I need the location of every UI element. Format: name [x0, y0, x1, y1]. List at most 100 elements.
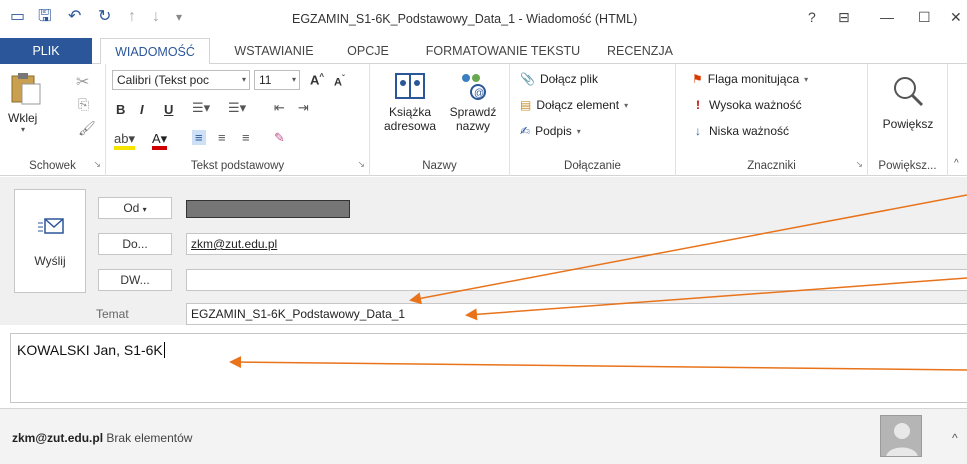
subject-field[interactable]: EGZAMIN_S1-6K_Podstawowy_Data_1	[186, 303, 967, 325]
low-importance-label: Niska ważność	[709, 124, 790, 138]
from-dropdown-icon: ▾	[142, 205, 147, 214]
clipboard-launcher-icon[interactable]: ↘	[93, 159, 101, 170]
to-button[interactable]: Do...	[98, 233, 172, 255]
cc-field[interactable]	[186, 269, 967, 291]
from-button[interactable]: Od ▾	[98, 197, 172, 219]
close-button[interactable]: ✕	[950, 9, 962, 25]
tab-file[interactable]: PLIK	[0, 38, 92, 64]
minimize-button[interactable]: —	[880, 9, 894, 25]
italic-icon[interactable]: I	[140, 102, 144, 117]
decrease-indent-icon[interactable]: ⇤	[274, 100, 285, 116]
cut-icon[interactable]: ✂	[76, 72, 89, 92]
help-button[interactable]: ?	[808, 9, 816, 25]
undo-icon[interactable]: ↶	[68, 8, 81, 26]
zoom-group: Powiększ Powiększ...	[868, 64, 948, 176]
attach-item-label: Dołącz element	[536, 98, 620, 112]
up-arrow-icon[interactable]: ↑	[128, 8, 136, 26]
tab-insert[interactable]: WSTAWIANIE	[222, 38, 326, 64]
message-body-text: KOWALSKI Jan, S1-6K	[17, 342, 163, 358]
followup-flag-button[interactable]: ⚑ Flaga monitująca ▾	[692, 72, 808, 86]
people-pane-email: zkm@zut.edu.pl	[12, 431, 104, 445]
to-field[interactable]: zkm@zut.edu.pl	[186, 233, 967, 255]
text-cursor	[163, 342, 165, 358]
compose-area: Wyślij Od ▾ Do... zkm@zut.edu.pl DW... T…	[0, 177, 967, 407]
send-label: Wyślij	[34, 254, 66, 268]
shrink-font-icon[interactable]: Aˇ	[334, 74, 345, 89]
paste-icon	[11, 73, 41, 105]
zoom-label: Powiększ	[882, 117, 934, 131]
highlight-icon[interactable]: ab▾	[114, 132, 135, 150]
signature-button[interactable]: ✍ Podpis ▾	[520, 124, 581, 138]
tab-message[interactable]: WIADOMOŚĆ	[100, 38, 210, 65]
maximize-button[interactable]: ☐	[918, 9, 931, 25]
tab-format-text[interactable]: FORMATOWANIE TEKSTU	[418, 38, 588, 64]
underline-icon[interactable]: U	[164, 102, 173, 117]
message-body[interactable]: KOWALSKI Jan, S1-6K	[10, 333, 967, 403]
align-center-icon[interactable]: ≡	[218, 130, 226, 145]
people-pane-status: Brak elementów	[106, 431, 193, 445]
align-right-icon[interactable]: ≡	[242, 130, 250, 145]
high-importance-button[interactable]: ! Wysoka ważność	[692, 98, 802, 112]
bold-icon[interactable]: B	[116, 102, 125, 117]
basic-text-launcher-icon[interactable]: ↘	[357, 159, 365, 170]
numbering-icon[interactable]: ☰▾	[228, 100, 246, 116]
font-size-combo[interactable]: 11 ▾	[254, 70, 300, 90]
signature-label: Podpis	[535, 124, 572, 138]
tab-review[interactable]: RECENZJA	[598, 38, 682, 64]
followup-flag-label: Flaga monitująca	[707, 72, 800, 86]
ribbon: Wklej ▾ ✂ ⎘ 🖌 Schowek ↘ Calibri (Tekst p…	[0, 64, 967, 176]
expand-people-pane-icon[interactable]: ^	[952, 431, 958, 445]
down-arrow-icon[interactable]: ↓	[152, 8, 160, 26]
names-group: Książka adresowa @ Sprawdź nazwy Nazwy	[370, 64, 510, 176]
font-name-combo[interactable]: Calibri (Tekst poc ▾	[112, 70, 250, 90]
clipboard-group-label: Schowek	[29, 160, 76, 172]
address-book-button[interactable]: Książka adresowa	[380, 70, 440, 133]
signature-icon: ✍	[520, 124, 531, 138]
send-icon	[38, 218, 64, 234]
attach-file-button[interactable]: 📎 Dołącz plik	[520, 72, 598, 86]
font-color-icon[interactable]: A▾	[152, 132, 168, 150]
outlook-icon[interactable]: ▭	[10, 8, 25, 26]
collapse-ribbon-icon[interactable]: ^	[954, 158, 959, 169]
check-names-icon: @	[462, 74, 486, 100]
zoom-group-label: Powiększ...	[878, 160, 937, 172]
include-group-label: Dołączanie	[564, 160, 621, 172]
redo-icon[interactable]: ↻	[98, 8, 111, 26]
ribbon-display-button[interactable]: ⊟	[838, 9, 850, 25]
clear-formatting-icon[interactable]: ✎	[274, 130, 285, 146]
exclamation-icon: !	[696, 98, 700, 112]
increase-indent-icon[interactable]: ⇥	[298, 100, 309, 116]
tags-launcher-icon[interactable]: ↘	[855, 159, 863, 170]
avatar[interactable]	[880, 415, 922, 457]
address-book-label-2: adresowa	[383, 119, 437, 133]
tab-options[interactable]: OPCJE	[334, 38, 402, 64]
save-icon[interactable]: 🖫	[38, 8, 52, 26]
paperclip-icon: 📎	[520, 72, 535, 86]
header-fields-panel: Wyślij Od ▾ Do... zkm@zut.edu.pl DW... T…	[0, 177, 967, 325]
attach-item-button[interactable]: ▤ Dołącz element ▾	[520, 98, 628, 112]
check-names-label-2: nazwy	[455, 119, 490, 133]
paste-button[interactable]: Wklej ▾	[8, 72, 48, 142]
tags-group-label: Znaczniki	[747, 160, 796, 172]
zoom-button[interactable]: Powiększ	[868, 74, 948, 131]
signature-dropdown-icon: ▾	[576, 126, 581, 136]
copy-icon[interactable]: ⎘	[78, 96, 89, 113]
attach-item-icon: ▤	[520, 98, 532, 112]
font-size-dropdown-icon: ▾	[291, 75, 296, 84]
send-button[interactable]: Wyślij	[14, 189, 86, 293]
check-names-label-1: Sprawdź	[449, 105, 497, 119]
basic-text-group-label: Tekst podstawowy	[190, 160, 285, 172]
customize-toolbar-icon[interactable]: ▾	[176, 8, 182, 26]
low-importance-button[interactable]: ↓ Niska ważność	[692, 124, 789, 138]
check-names-button[interactable]: @ Sprawdź nazwy	[442, 70, 504, 133]
format-painter-icon[interactable]: 🖌	[78, 120, 96, 137]
align-left-icon[interactable]: ≡	[192, 130, 206, 145]
bullets-icon[interactable]: ☰▾	[192, 100, 210, 116]
paste-dropdown-icon[interactable]: ▾	[8, 125, 38, 134]
attach-item-dropdown-icon: ▾	[624, 100, 629, 110]
title-bar: ▭ 🖫 ↶ ↻ ↑ ↓ ▾ EGZAMIN_S1-6K_Podstawowy_D…	[0, 0, 967, 38]
address-book-label-1: Książka	[388, 105, 432, 119]
cc-button[interactable]: DW...	[98, 269, 172, 291]
from-account-redacted	[186, 200, 350, 218]
grow-font-icon[interactable]: A^	[310, 72, 324, 87]
